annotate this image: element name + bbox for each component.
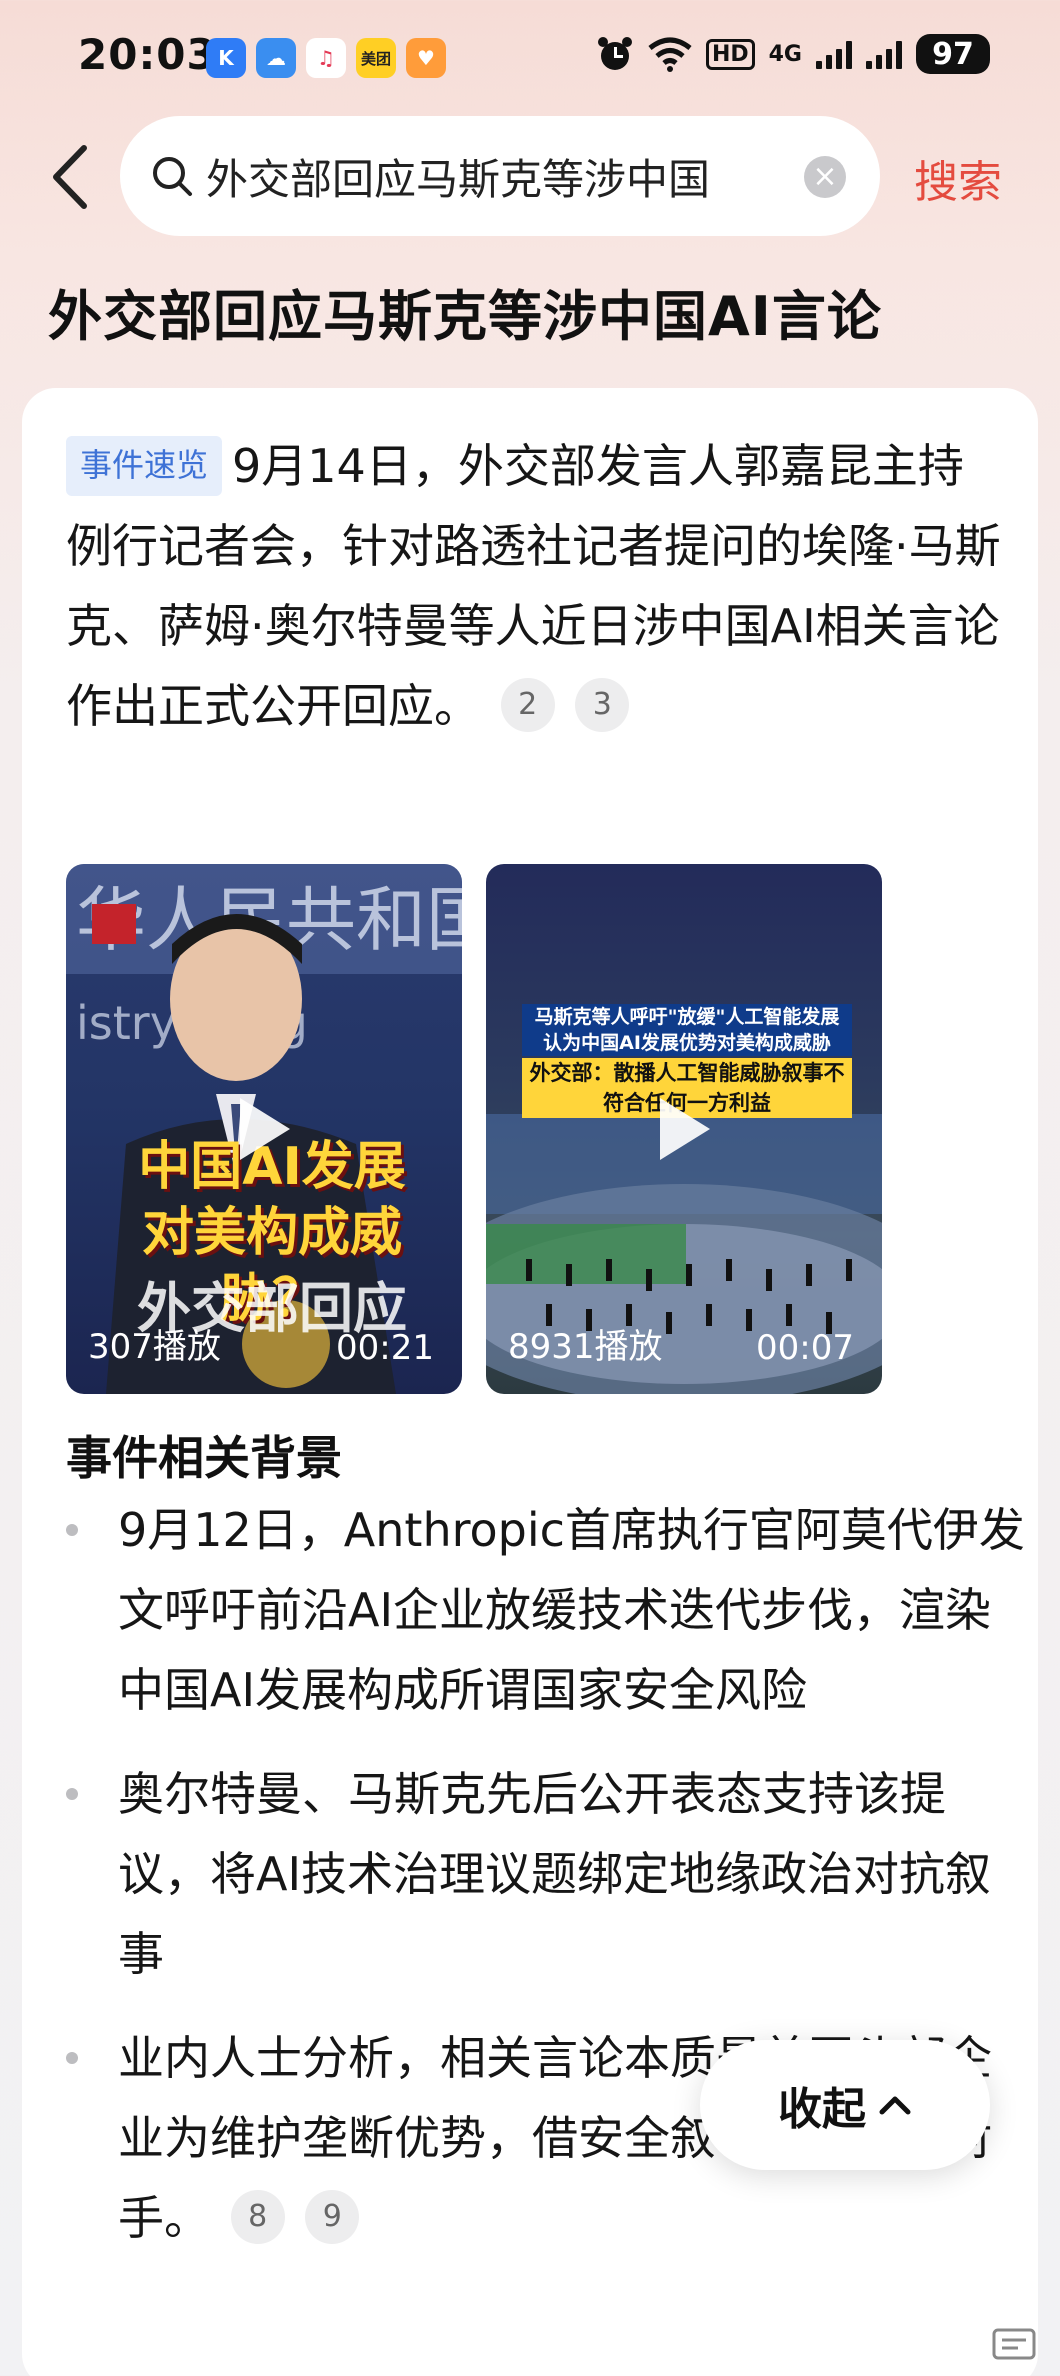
heart-app-icon: ♥: [406, 38, 446, 78]
video-view-count: 307播放: [88, 1327, 221, 1367]
page-title: 外交部回应马斯克等涉中国AI言论: [48, 285, 882, 348]
clear-icon[interactable]: ×: [804, 156, 846, 198]
play-icon[interactable]: [654, 1094, 714, 1164]
reference-chip[interactable]: 3: [575, 678, 630, 732]
event-summary: 事件速览 9月14日，外交部发言人郭嘉昆主持例行记者会，针对路透社记者提问的埃隆·…: [66, 426, 1006, 746]
list-item-text: 奥尔特曼、马斯克先后公开表态支持该提议，将AI技术治理议题绑定地缘政治对抗叙事: [118, 1767, 992, 1981]
collapse-button[interactable]: 收起: [700, 2040, 990, 2170]
network-4g-label: 4G: [768, 41, 802, 67]
signal-2-icon: [866, 39, 902, 69]
wifi-icon: [648, 37, 692, 72]
video-caption-line: 马斯克等人呼吁"放缓"人工智能发展: [522, 1004, 852, 1030]
bullet-dot: [66, 1788, 78, 1800]
reference-chip[interactable]: 9: [305, 2190, 360, 2244]
search-query-text[interactable]: 外交部回应马斯克等涉中国: [206, 146, 776, 207]
section-heading: 事件相关背景: [66, 1431, 342, 1485]
meituan-app-icon: 美团: [356, 38, 396, 78]
reference-chip[interactable]: 2: [500, 678, 555, 732]
status-indicators: HD 4G 97: [596, 34, 990, 74]
video-duration: 00:07: [756, 1328, 854, 1368]
alarm-icon: [597, 37, 632, 70]
k-app-icon: K: [206, 38, 246, 78]
search-icon: [153, 157, 192, 196]
collapse-label: 收起: [778, 2084, 866, 2135]
status-bar: 20:03 K ☁ ♫ 美团 ♥ HD 4G 97: [0, 0, 1060, 110]
video-view-count: 8931播放: [508, 1327, 663, 1367]
event-overview-tag: 事件速览: [66, 436, 223, 496]
status-time: 20:03: [78, 30, 217, 79]
music-app-icon: ♫: [306, 38, 346, 78]
list-item: 奥尔特曼、马斯克先后公开表态支持该提议，将AI技术治理议题绑定地缘政治对抗叙事: [66, 1754, 1026, 1994]
hd-badge: HD: [705, 38, 755, 70]
search-input[interactable]: 外交部回应马斯克等涉中国 ×: [120, 116, 880, 236]
play-icon[interactable]: [234, 1094, 294, 1164]
search-button[interactable]: 搜索: [914, 146, 1002, 210]
bullet-dot: [66, 1524, 78, 1536]
video-card[interactable]: 马斯克等人呼吁"放缓"人工智能发展 认为中国AI发展优势对美构成威胁 外交部：散…: [486, 864, 882, 1394]
list-item: 9月12日，Anthropic首席执行官阿莫代伊发文呼吁前沿AI企业放缓技术迭代…: [66, 1490, 1026, 1730]
video-card[interactable]: 华人民共和国 istry oreig 中国AI发展 对美构成威胁？ 外交部回应 …: [66, 864, 462, 1394]
back-arrow-icon[interactable]: [46, 142, 96, 212]
video-caption-line: 认为中国AI发展优势对美构成威胁: [522, 1030, 852, 1056]
cloud-app-icon: ☁: [256, 38, 296, 78]
feedback-icon[interactable]: [988, 2324, 1048, 2364]
bullet-dot: [66, 2052, 78, 2064]
chevron-up-icon: [879, 2096, 911, 2115]
signal-1-icon: [816, 39, 852, 69]
list-item-text: 9月12日，Anthropic首席执行官阿莫代伊发文呼吁前沿AI企业放缓技术迭代…: [118, 1503, 1025, 1717]
notification-app-icons: K ☁ ♫ 美团 ♥: [206, 38, 446, 78]
battery-indicator: 97: [916, 34, 990, 74]
reference-chip[interactable]: 8: [230, 2190, 285, 2244]
video-duration: 00:21: [336, 1328, 434, 1368]
